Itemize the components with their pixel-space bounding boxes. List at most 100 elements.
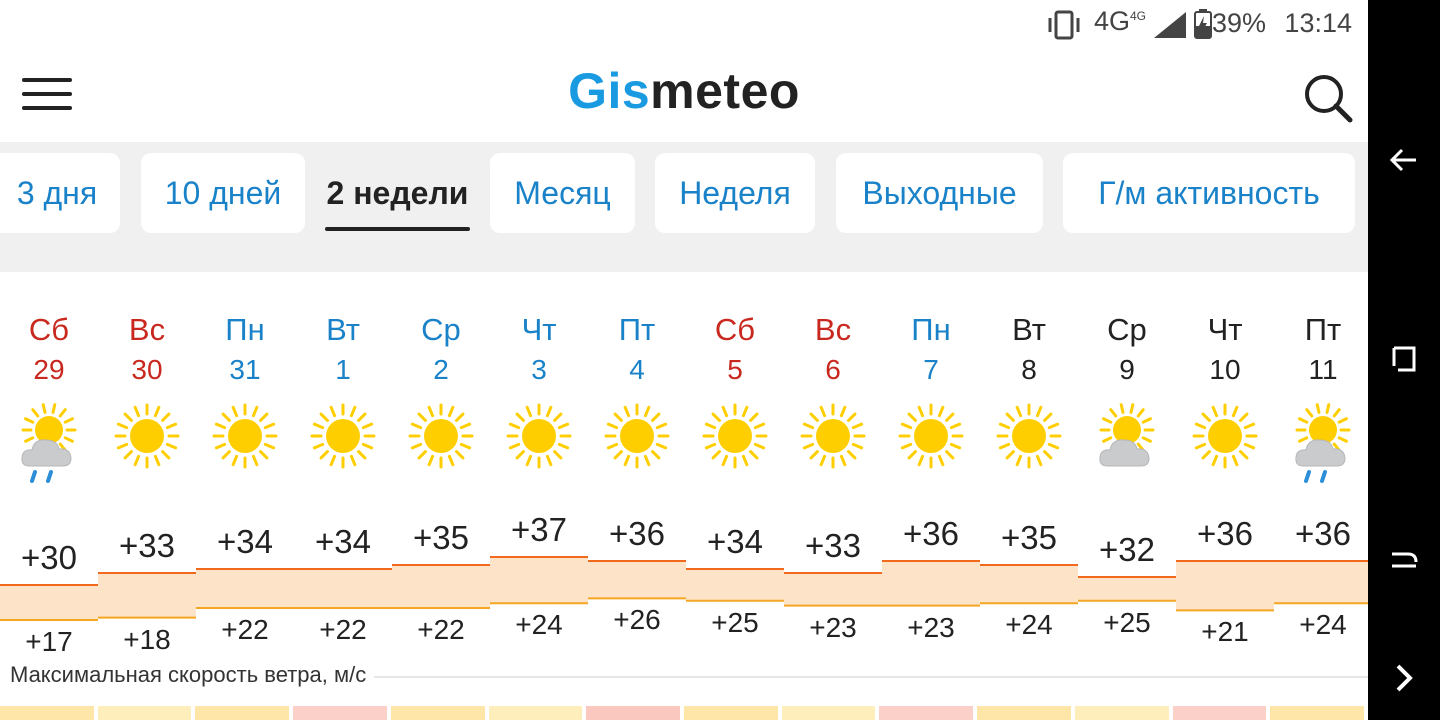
day-number: 8 <box>1021 354 1037 385</box>
max-temperature: +34 <box>315 523 371 560</box>
min-temperature: +23 <box>809 611 857 643</box>
tab-geomagnetic[interactable]: Г/м активность <box>1063 153 1355 233</box>
max-temperature: +35 <box>1001 519 1057 556</box>
day-of-week: Сб <box>28 312 70 347</box>
tab-2-weeks[interactable]: 2 недели <box>325 153 470 233</box>
sun-icon <box>211 400 279 486</box>
home-icon <box>1392 552 1418 568</box>
max-temperature: +34 <box>707 523 763 560</box>
max-temperature: +37 <box>511 511 567 548</box>
logo-meteo: meteo <box>650 63 800 119</box>
wind-section-label: Максимальная скорость ветра, м/с <box>10 662 375 688</box>
day-of-week: Чт <box>1207 312 1243 347</box>
max-temperature: +36 <box>903 515 959 552</box>
min-temperature: +24 <box>1299 609 1347 641</box>
min-temperature: +21 <box>1201 616 1249 648</box>
day-of-week: Ср <box>421 312 461 347</box>
min-temperature: +18 <box>123 623 171 655</box>
min-temperature: +26 <box>613 604 661 636</box>
day-of-week: Чт <box>521 312 557 347</box>
wind-cell <box>488 706 583 720</box>
recents-button[interactable] <box>1368 330 1440 390</box>
search-button[interactable] <box>1300 70 1356 126</box>
battery-percent: 39% <box>1211 8 1266 38</box>
day-number: 29 <box>33 354 65 385</box>
wind-cell <box>293 706 387 720</box>
system-nav-bar <box>1368 0 1440 720</box>
sun-icon <box>897 400 965 486</box>
tab-label: Месяц <box>514 174 611 211</box>
max-temperature: +35 <box>413 519 469 556</box>
max-temperature: +36 <box>609 515 665 552</box>
sun-icon <box>799 400 867 486</box>
sun-icon <box>603 400 671 486</box>
tab-month[interactable]: Месяц <box>490 153 635 233</box>
app-screen: 4G4G 39% 13:14 Gismeteo 3 дня 10 дней 2 … <box>0 0 1368 720</box>
home-button[interactable] <box>1368 530 1440 590</box>
wind-cell <box>977 706 1071 720</box>
chevron-right-icon <box>1396 664 1413 692</box>
max-temperature: +30 <box>21 539 77 576</box>
wind-cell <box>1172 706 1267 720</box>
day-of-week: Пт <box>618 312 656 347</box>
wind-cell <box>781 706 876 720</box>
wind-cell <box>390 706 485 720</box>
min-temperature: +22 <box>319 614 367 645</box>
day-of-week: Сб <box>714 312 756 347</box>
tab-label: Г/м активность <box>1098 174 1320 211</box>
tab-10-days[interactable]: 10 дней <box>141 153 305 233</box>
logo-gis: Gis <box>568 63 651 119</box>
status-bar: 4G4G 39% 13:14 <box>0 0 1368 50</box>
tab-3-days[interactable]: 3 дня <box>0 153 120 233</box>
day-of-week: Вт <box>326 312 360 347</box>
active-tab-indicator <box>325 227 470 231</box>
day-number: 31 <box>229 354 261 385</box>
search-icon <box>1305 75 1353 123</box>
day-number: 9 <box>1119 354 1135 385</box>
max-temperature: +36 <box>1295 515 1351 552</box>
day-of-week: Вс <box>814 312 852 347</box>
sun-icon <box>1191 400 1259 486</box>
day-number: 4 <box>629 354 645 385</box>
max-temperature: +33 <box>805 527 861 564</box>
vibrate-icon <box>1048 10 1080 40</box>
app-logo[interactable]: Gismeteo <box>0 62 1368 120</box>
day-of-week: Пн <box>911 312 951 347</box>
tab-week[interactable]: Неделя <box>655 153 815 233</box>
sun-icon <box>407 400 475 486</box>
sun-icon <box>309 400 377 486</box>
day-number: 7 <box>923 354 939 385</box>
day-number: 10 <box>1209 354 1241 385</box>
day-number: 5 <box>727 354 743 385</box>
wind-strip <box>0 706 1368 720</box>
wind-cell <box>684 706 778 720</box>
day-number: 11 <box>1308 354 1338 385</box>
day-of-week: Пт <box>1304 312 1342 347</box>
battery-icon <box>1194 9 1212 39</box>
sun-icon <box>995 400 1063 486</box>
tab-weekend[interactable]: Выходные <box>836 153 1043 233</box>
max-temperature: +34 <box>217 523 273 560</box>
min-temperature: +25 <box>711 606 759 638</box>
min-temperature: +24 <box>515 609 563 641</box>
back-button[interactable] <box>1368 130 1440 190</box>
day-number: 3 <box>531 354 547 385</box>
back-arrow-icon <box>1389 148 1416 172</box>
day-of-week: Ср <box>1107 312 1147 347</box>
min-temperature: +25 <box>1103 606 1151 638</box>
sun-icon <box>701 400 769 486</box>
app-header: Gismeteo <box>0 50 1368 142</box>
min-temperature: +22 <box>221 614 269 645</box>
day-of-week: Вс <box>128 312 166 347</box>
day-number: 30 <box>131 354 163 385</box>
max-temperature: +32 <box>1099 531 1155 568</box>
day-number: 1 <box>335 354 351 385</box>
min-temperature: +17 <box>25 626 73 657</box>
day-of-week: Пн <box>225 312 265 347</box>
signal-icon <box>1154 12 1186 38</box>
forward-button[interactable] <box>1368 648 1440 708</box>
tab-label: 10 дней <box>164 174 282 211</box>
network-type: 4G4G <box>1093 6 1146 36</box>
wind-cell <box>195 706 290 720</box>
partly-cloudy-rain-icon <box>15 400 83 486</box>
